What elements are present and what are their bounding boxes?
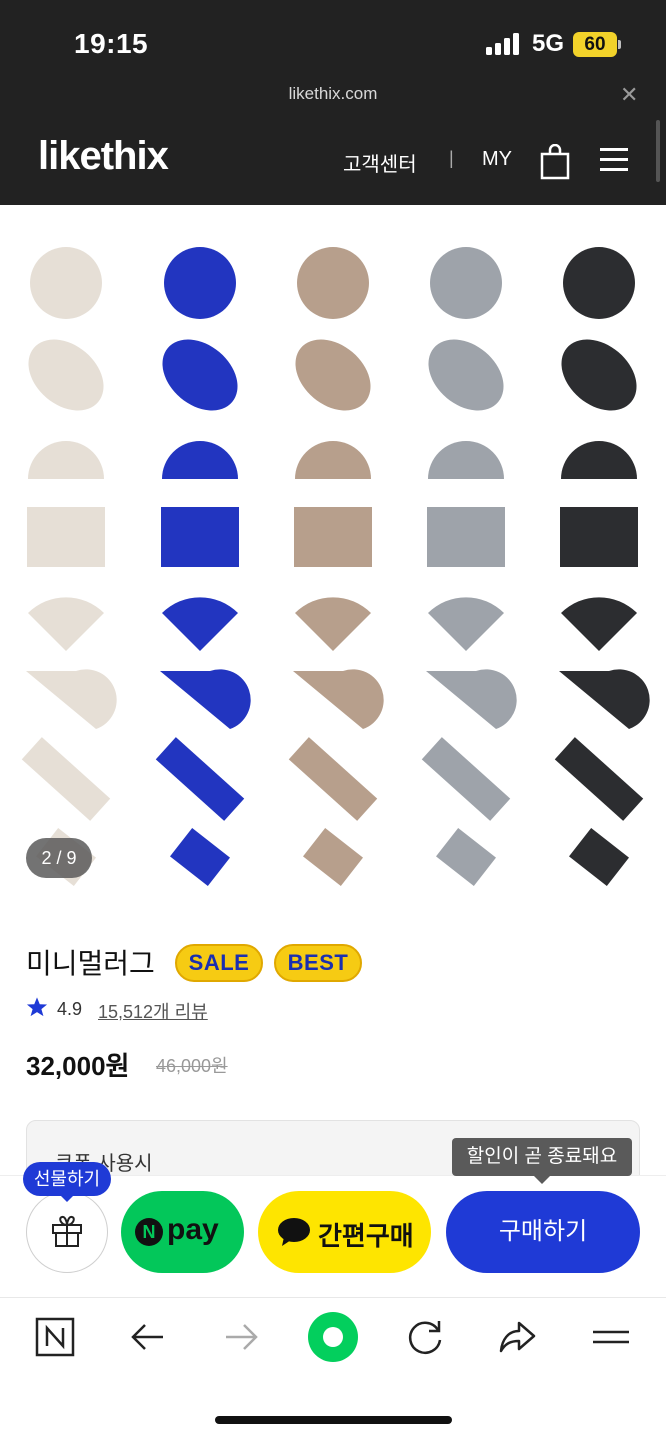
rug-rectangle (560, 507, 638, 567)
npay-n-icon: N (135, 1218, 163, 1246)
green-dot-icon[interactable] (308, 1312, 358, 1362)
close-icon[interactable]: ✕ (620, 82, 638, 108)
gift-tag[interactable]: 선물하기 (23, 1162, 111, 1196)
rug-oval (428, 339, 504, 411)
review-count-link[interactable]: 15,512개 리뷰 (98, 998, 208, 1024)
rug-small-diamond (170, 828, 230, 886)
rug-oval (295, 339, 371, 411)
rug-circle (297, 247, 369, 319)
naver-home-icon[interactable] (34, 1316, 76, 1358)
rug-circle (164, 247, 236, 319)
rug-oval (28, 339, 104, 411)
rug-half-oval (160, 669, 251, 729)
rug-half-circle (162, 441, 238, 479)
battery-icon: 60 (573, 32, 617, 57)
menu-lines-icon[interactable] (590, 1316, 632, 1358)
rug-long-runner (288, 737, 378, 821)
network-type: 5G (532, 30, 565, 57)
rug-fan (28, 597, 104, 651)
rug-half-oval (293, 669, 384, 729)
browser-toolbar (0, 1297, 666, 1440)
rug-rectangle (27, 507, 105, 567)
rug-half-circle (28, 441, 104, 479)
tooltip-arrow (534, 1176, 550, 1184)
star-icon (26, 997, 48, 1017)
site-header: likethix 고객센터 | MY (0, 124, 666, 205)
rug-small-diamond (569, 828, 629, 886)
rug-fan (561, 597, 637, 651)
signal-icon (486, 33, 522, 55)
rug-half-oval (426, 669, 517, 729)
hamburger-menu-icon[interactable] (600, 148, 628, 172)
status-time: 19:15 (74, 28, 149, 59)
quick-buy-button[interactable]: 간편구매 (258, 1191, 431, 1273)
rug-swatches (21, 247, 650, 886)
sale-price: 32,000원 (26, 1051, 130, 1081)
rug-circle (30, 247, 102, 319)
rug-half-circle (295, 441, 371, 479)
npay-button[interactable]: N pay (121, 1191, 244, 1273)
rug-fan (295, 597, 371, 651)
rug-small-diamond (303, 828, 363, 886)
buy-button[interactable]: 구매하기 (446, 1191, 640, 1273)
speech-bubble-icon (278, 1218, 310, 1246)
rug-long-runner (421, 737, 511, 821)
customer-center-link[interactable]: 고객센터 (343, 148, 417, 177)
browser-url-bar: likethix.com ✕ (0, 80, 666, 124)
rug-half-oval (26, 669, 117, 729)
discount-ending-tooltip: 할인이 곧 종료돼요 (452, 1138, 632, 1176)
rug-rectangle (427, 507, 505, 567)
rug-rectangle (294, 507, 372, 567)
nav-separator: | (449, 148, 454, 168)
site-logo[interactable]: likethix (38, 134, 169, 179)
rug-half-oval (559, 669, 650, 729)
gift-icon (52, 1215, 82, 1247)
rug-long-runner (155, 737, 245, 821)
gift-tag-arrow (59, 1194, 75, 1202)
rug-fan (428, 597, 504, 651)
home-indicator (215, 1416, 452, 1424)
quick-buy-label: 간편구매 (318, 1221, 414, 1251)
share-icon[interactable] (497, 1316, 539, 1358)
original-price: 46,000원 (156, 1056, 228, 1076)
battery-nub (618, 40, 621, 49)
shopping-bag-icon[interactable] (540, 144, 570, 180)
back-arrow-icon[interactable] (127, 1316, 169, 1358)
sale-badge: SALE (175, 944, 263, 982)
product-image-gallery[interactable]: 2 / 9 (0, 205, 666, 910)
rug-oval (162, 339, 238, 411)
product-name: 미니멀러그 (26, 948, 155, 979)
my-page-link[interactable]: MY (482, 148, 512, 171)
rating-value: 4.9 (57, 999, 83, 1019)
rug-long-runner (554, 737, 644, 821)
best-badge: BEST (274, 944, 362, 982)
rug-rectangle (161, 507, 239, 567)
image-counter: 2 / 9 (26, 838, 92, 878)
rug-circle (430, 247, 502, 319)
rug-circle (563, 247, 635, 319)
rug-long-runner (21, 737, 111, 821)
rug-oval (561, 339, 637, 411)
gift-button[interactable] (26, 1191, 108, 1273)
npay-label: pay (167, 1213, 219, 1246)
rug-half-circle (561, 441, 637, 479)
rug-half-circle (428, 441, 504, 479)
refresh-icon[interactable] (404, 1316, 446, 1358)
rug-small-diamond (436, 828, 496, 886)
status-bar: 19:15 5G 60 (0, 0, 666, 80)
forward-arrow-icon[interactable] (220, 1316, 262, 1358)
url-text[interactable]: likethix.com (0, 84, 666, 104)
scrollbar[interactable] (656, 120, 660, 182)
rug-fan (162, 597, 238, 651)
